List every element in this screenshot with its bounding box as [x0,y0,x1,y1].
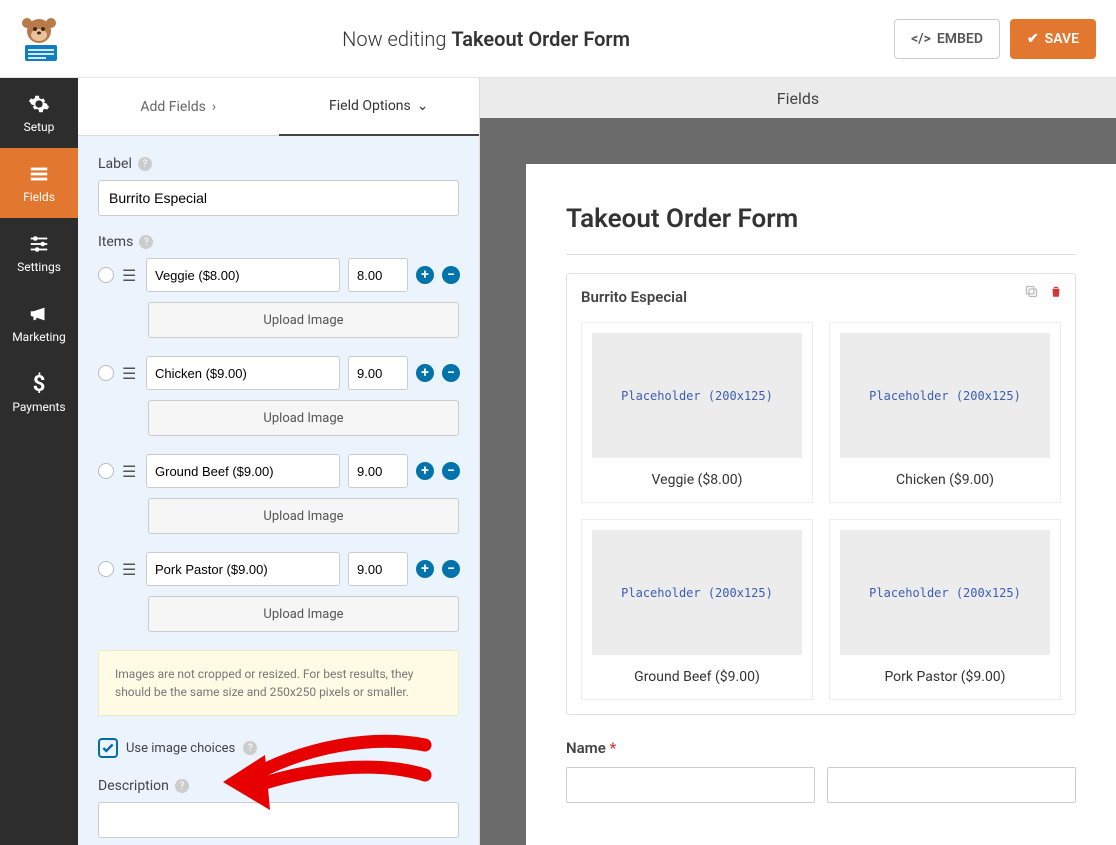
item-name-input[interactable] [146,552,340,586]
item-price-input[interactable] [348,552,408,586]
choice-label: Chicken ($9.00) [840,472,1050,492]
trash-icon[interactable] [1049,284,1063,303]
use-image-choices-checkbox[interactable] [98,738,118,758]
add-item-icon[interactable]: + [416,462,434,480]
preview-section-title: Fields [480,78,1116,118]
drag-handle-icon[interactable]: ☰ [122,364,138,383]
nav-payments[interactable]: $ Payments [0,358,78,428]
nav-label: Setup [24,120,55,134]
item-name-input[interactable] [146,454,340,488]
tab-add-fields[interactable]: Add Fields › [78,78,279,136]
label-input[interactable] [98,180,459,216]
placeholder-image: Placeholder (200x125) [592,333,802,458]
label-heading: Label ? [98,156,459,172]
choice-label: Pork Pastor ($9.00) [840,669,1050,689]
choice-label: Veggie ($8.00) [592,472,802,492]
name-field-label: Name * [566,739,1076,757]
editing-title: Now editing Takeout Order Form [78,27,894,51]
tab-field-options[interactable]: Field Options ⌄ [279,78,480,136]
radio-default[interactable] [98,267,114,283]
upload-image-button[interactable]: Upload Image [148,302,459,338]
choice-option[interactable]: Placeholder (200x125) Chicken ($9.00) [829,322,1061,503]
item-name-input[interactable] [146,356,340,390]
choice-option[interactable]: Placeholder (200x125) Veggie ($8.00) [581,322,813,503]
placeholder-image: Placeholder (200x125) [840,530,1050,655]
choice-option[interactable]: Placeholder (200x125) Ground Beef ($9.00… [581,519,813,700]
code-icon: </> [911,31,931,47]
item-row: ☰ + − [98,552,459,586]
remove-item-icon[interactable]: − [442,364,460,382]
check-icon: ✔ [1027,31,1039,47]
nav-label: Payments [12,400,65,414]
preview-block-title: Burrito Especial [581,288,1061,306]
preview-field-block[interactable]: Burrito Especial Placeholder (200x125) V… [566,273,1076,715]
upload-image-button[interactable]: Upload Image [148,596,459,632]
placeholder-image: Placeholder (200x125) [840,333,1050,458]
description-heading: Description ? [98,778,459,794]
upload-image-button[interactable]: Upload Image [148,400,459,436]
nav-setup[interactable]: Setup [0,78,78,148]
nav-settings[interactable]: Settings [0,218,78,288]
help-icon[interactable]: ? [138,157,152,171]
last-name-input[interactable] [827,767,1076,803]
drag-handle-icon[interactable]: ☰ [122,266,138,285]
image-notice: Images are not cropped or resized. For b… [98,650,459,716]
chevron-right-icon: › [212,99,216,115]
nav-label: Fields [23,190,55,204]
add-item-icon[interactable]: + [416,364,434,382]
radio-default[interactable] [98,365,114,381]
placeholder-image: Placeholder (200x125) [592,530,802,655]
remove-item-icon[interactable]: − [442,560,460,578]
sliders-icon [27,232,51,256]
nav-label: Settings [17,260,61,274]
item-row: ☰ + − [98,258,459,292]
preview-form-title: Takeout Order Form [566,204,1076,234]
remove-item-icon[interactable]: − [442,462,460,480]
add-item-icon[interactable]: + [416,560,434,578]
dollar-icon: $ [27,372,51,396]
upload-image-button[interactable]: Upload Image [148,498,459,534]
item-name-input[interactable] [146,258,340,292]
items-heading: Items ? [98,234,459,250]
item-price-input[interactable] [348,258,408,292]
list-icon [27,162,51,186]
help-icon[interactable]: ? [139,235,153,249]
bullhorn-icon [27,302,51,326]
item-row: ☰ + − [98,454,459,488]
description-input[interactable] [98,802,459,838]
logo [0,0,78,78]
nav-fields[interactable]: Fields [0,148,78,218]
help-icon[interactable]: ? [243,741,257,755]
save-button[interactable]: ✔ SAVE [1010,19,1096,59]
radio-default[interactable] [98,561,114,577]
radio-default[interactable] [98,463,114,479]
drag-handle-icon[interactable]: ☰ [122,560,138,579]
item-row: ☰ + − [98,356,459,390]
drag-handle-icon[interactable]: ☰ [122,462,138,481]
item-price-input[interactable] [348,454,408,488]
duplicate-icon[interactable] [1024,284,1039,303]
choice-label: Ground Beef ($9.00) [592,669,802,689]
gear-icon [27,92,51,116]
help-icon[interactable]: ? [175,779,189,793]
chevron-down-icon: ⌄ [417,98,429,114]
nav-label: Marketing [12,330,66,344]
remove-item-icon[interactable]: − [442,266,460,284]
use-image-choices-label: Use image choices [126,741,235,756]
embed-button[interactable]: </> EMBED [894,19,1000,59]
choice-option[interactable]: Placeholder (200x125) Pork Pastor ($9.00… [829,519,1061,700]
first-name-input[interactable] [566,767,815,803]
add-item-icon[interactable]: + [416,266,434,284]
nav-marketing[interactable]: Marketing [0,288,78,358]
item-price-input[interactable] [348,356,408,390]
